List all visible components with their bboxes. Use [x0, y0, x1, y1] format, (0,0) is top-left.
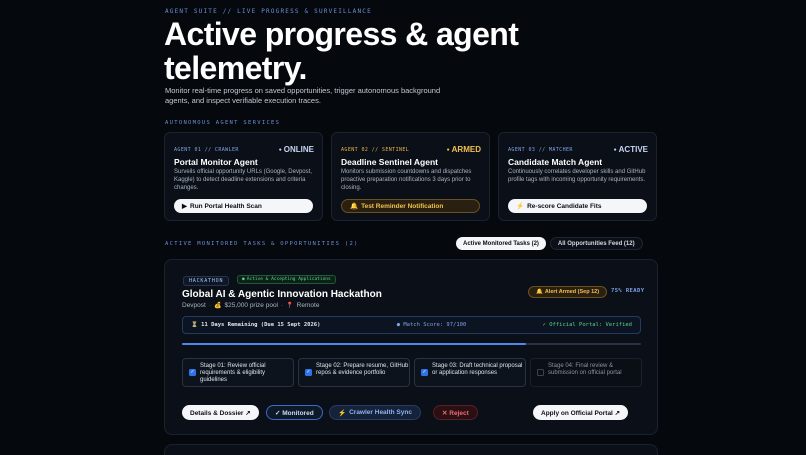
- agents-section-label: AUTONOMOUS AGENT SERVICES: [165, 120, 281, 126]
- bell-icon: 🔔: [536, 289, 543, 295]
- portal-verified: ✓ Official Portal: Verified: [542, 322, 632, 328]
- agent-status: ● ACTIVE: [613, 145, 648, 154]
- apply-official-portal-button[interactable]: Apply on Official Portal ↗: [533, 405, 629, 420]
- next-task-card: [164, 444, 658, 455]
- stage-item[interactable]: ✓ Stage 01: Review official requirements…: [182, 358, 294, 387]
- agent-code: AGENT 02 // SENTINEL: [341, 146, 410, 153]
- countdown-text: 11 Days Remaining (Due 15 Sept 2026): [201, 322, 321, 328]
- rescore-candidate-fits-button[interactable]: ⚡ Re-score Candidate Fits: [508, 199, 647, 213]
- agent-code: AGENT 03 // MATCHER: [508, 146, 573, 153]
- status-dot-icon: ●: [278, 147, 282, 153]
- stage-label: Stage 04: Final review & submission on o…: [548, 363, 622, 376]
- agent-status: ● ONLINE: [278, 145, 314, 154]
- agent-card-crawler: AGENT 01 // CRAWLER ● ONLINE Portal Monit…: [164, 132, 323, 221]
- agent-title: Candidate Match Agent: [508, 157, 603, 167]
- reject-button[interactable]: ✕ Reject: [433, 405, 478, 420]
- checkbox-icon[interactable]: ✓: [189, 369, 196, 376]
- task-card: HACKATHON ● Active & Accepting Applicatio…: [164, 259, 658, 435]
- location: Remote: [296, 302, 320, 309]
- agent-status: ● ARMED: [446, 145, 481, 154]
- agent-code: AGENT 01 // CRAWLER: [174, 146, 239, 153]
- agent-title: Portal Monitor Agent: [174, 157, 258, 167]
- checkbox-icon[interactable]: ✓: [421, 369, 428, 376]
- lightning-icon: ⚡: [338, 409, 347, 417]
- agent-card-matcher: AGENT 03 // MATCHER ● ACTIVE Candidate Ma…: [498, 132, 657, 221]
- category-badge: HACKATHON: [183, 276, 230, 286]
- page-title: Active progress & agent telemetry.: [164, 16, 519, 86]
- agent-description: Monitors submission countdowns and dispa…: [341, 169, 472, 191]
- stage-label: Stage 03: Draft technical proposal or ap…: [432, 363, 523, 376]
- test-reminder-notification-button[interactable]: 🔔 Test Reminder Notification: [341, 199, 480, 213]
- dot-icon: ●: [396, 322, 401, 328]
- task-view-tabs: Active Monitored Tasks (2) All Opportuni…: [456, 237, 643, 250]
- page-lead: Monitor real-time progress on saved oppo…: [165, 86, 441, 105]
- money-bag-icon: 💰: [214, 303, 222, 309]
- agent-card-sentinel: AGENT 02 // SENTINEL ● ARMED Deadline Sen…: [331, 132, 490, 221]
- status-dot-icon: ●: [242, 277, 245, 282]
- hourglass-icon: ⏳: [191, 322, 198, 328]
- tasks-section-label: ACTIVE MONITORED TASKS & OPPORTUNITIES (…: [165, 241, 359, 247]
- details-dossier-button[interactable]: Details & Dossier ↗: [182, 405, 259, 420]
- stage-item[interactable]: Stage 04: Final review & submission on o…: [530, 358, 642, 387]
- platform: Devpost: [182, 302, 206, 309]
- stage-label: Stage 02: Prepare resume, GitHub repos &…: [316, 363, 409, 376]
- monitored-button[interactable]: ✓ Monitored: [266, 405, 323, 420]
- checkbox-icon[interactable]: ✓: [305, 369, 312, 376]
- progress-fill: [182, 343, 527, 345]
- task-meta: Devpost · 💰 $25,000 prize pool · 📍 Remot…: [182, 302, 320, 309]
- match-score: Match Score: 97/100: [403, 322, 467, 328]
- bell-icon: 🔔: [350, 203, 359, 210]
- agent-description: Surveils official opportunity URLs (Goog…: [174, 169, 312, 191]
- eyebrow: AGENT SUITE // LIVE PROGRESS & SURVEILLA…: [165, 8, 372, 15]
- status-badge: ● Active & Accepting Applications: [237, 275, 336, 284]
- status-dot-icon: ●: [446, 147, 450, 153]
- tab-all-opportunities-feed[interactable]: All Opportunities Feed (12): [549, 237, 643, 250]
- agent-description: Continuously correlates developer skills…: [508, 169, 646, 183]
- agent-title: Deadline Sentinel Agent: [341, 157, 438, 167]
- run-portal-health-scan-button[interactable]: ▶ Run Portal Health Scan: [174, 199, 313, 213]
- status-dot-icon: ●: [613, 147, 617, 153]
- ready-percentage: 75% READY: [611, 288, 645, 294]
- stage-item[interactable]: ✓ Stage 02: Prepare resume, GitHub repos…: [298, 358, 410, 387]
- page-title-line-2: telemetry.: [164, 50, 307, 86]
- crawler-health-sync-button[interactable]: ⚡ Crawler Health Sync: [329, 405, 421, 420]
- stage-label: Stage 01: Review official requirements &…: [200, 363, 266, 383]
- tab-active-monitored-tasks[interactable]: Active Monitored Tasks (2): [456, 237, 546, 250]
- page-title-line-1: Active progress & agent: [164, 16, 519, 52]
- prize: $25,000 prize pool: [224, 302, 279, 309]
- stage-item[interactable]: ✓ Stage 03: Draft technical proposal or …: [414, 358, 526, 387]
- countdown-bar: ⏳ 11 Days Remaining (Due 15 Sept 2026) ●…: [182, 316, 641, 334]
- checkbox-icon[interactable]: [537, 369, 544, 376]
- lightning-icon: ⚡: [516, 203, 525, 210]
- play-icon: ▶: [182, 203, 187, 210]
- task-title: Global AI & Agentic Innovation Hackathon: [182, 289, 382, 300]
- progress-track: [182, 343, 641, 345]
- location-pin-icon: 📍: [286, 303, 294, 309]
- alert-chip[interactable]: 🔔 Alert Armed (Sep 12): [528, 286, 608, 298]
